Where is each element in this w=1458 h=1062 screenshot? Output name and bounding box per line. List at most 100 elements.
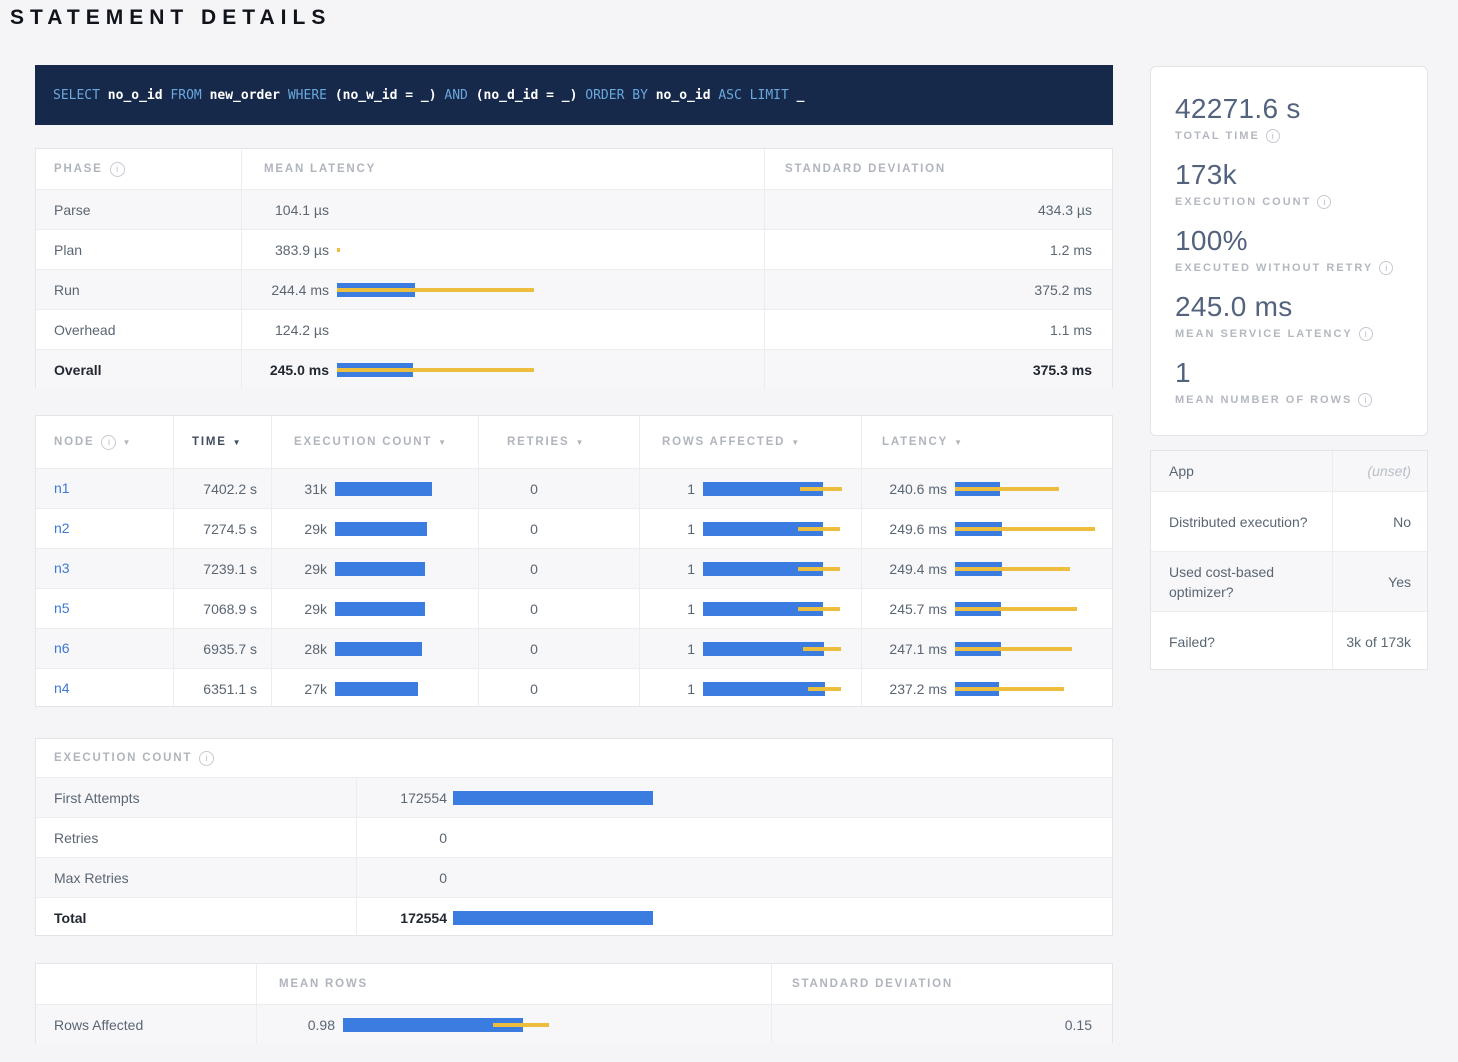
latency-bar (337, 202, 750, 218)
stat-label: MEAN SERVICE LATENCYi (1175, 327, 1407, 341)
table-row: Distributed execution? No (1151, 491, 1427, 551)
latency-bar (955, 481, 1098, 497)
rows-affected-value: 1 (640, 561, 695, 577)
table-row: n4 6351.1 s 27k 0 1 237.2 ms (36, 668, 1112, 708)
node-column-header[interactable]: NODEi▼ (36, 416, 173, 468)
rows-affected-value: 1 (640, 681, 695, 697)
exec-row-label: First Attempts (36, 790, 356, 806)
summary-stats-card: 42271.6 s TOTAL TIMEi 173k EXECUTION COU… (1150, 66, 1428, 436)
sql-statement: SELECT no_o_id FROM new_order WHERE (no_… (53, 88, 804, 103)
exec-row-value: 0 (357, 830, 447, 846)
info-icon[interactable]: i (110, 162, 125, 177)
std-dev-value: 434.3 µs (1038, 202, 1092, 218)
table-row: First Attempts 172554 (36, 777, 1112, 817)
mean-rows-column-header: MEAN ROWS (256, 964, 771, 1004)
info-icon[interactable]: i (1358, 393, 1372, 407)
info-icon[interactable]: i (1359, 327, 1373, 341)
attribute-label: Used cost-based optimizer? (1151, 552, 1333, 611)
execution-count-panel-title: EXECUTION COUNTi (54, 739, 214, 777)
node-link[interactable]: n6 (54, 640, 70, 656)
phase-column-header: PHASEi (36, 149, 241, 189)
info-icon[interactable]: i (1317, 195, 1331, 209)
latency-bar (955, 641, 1098, 657)
execution-count-bar (453, 790, 1098, 806)
sql-identifier: _ (797, 88, 805, 103)
sort-desc-icon[interactable]: ▼ (122, 438, 132, 447)
latency-value: 245.7 ms (862, 601, 947, 617)
rows-affected-value: 1 (640, 521, 695, 537)
node-link[interactable]: n4 (54, 680, 70, 696)
latency-bar (955, 521, 1098, 537)
rows-affected-bar (703, 641, 847, 657)
table-row: n5 7068.9 s 29k 0 1 245.7 ms (36, 588, 1112, 628)
latency-value: 247.1 ms (862, 641, 947, 657)
sort-desc-icon[interactable]: ▼ (791, 438, 801, 447)
execution-count-value: 27k (272, 681, 327, 697)
retries-value: 0 (530, 481, 538, 497)
execution-count-panel-header: EXECUTION COUNTi (36, 739, 1112, 777)
std-dev-value: 0.15 (1065, 1017, 1092, 1033)
table-row: n6 6935.7 s 28k 0 1 247.1 ms (36, 628, 1112, 668)
execution-count-column-header[interactable]: EXECUTION COUNT▼ (271, 416, 478, 468)
info-icon[interactable]: i (199, 751, 214, 766)
latency-column-header[interactable]: LATENCY▼ (861, 416, 1112, 468)
execution-count-bar (453, 830, 1098, 846)
table-row: App (unset) (1151, 451, 1427, 491)
node-link[interactable]: n5 (54, 600, 70, 616)
attribute-label: App (1151, 451, 1333, 491)
time-value: 7068.9 s (203, 601, 257, 617)
execution-count-bar (335, 481, 464, 497)
node-breakdown-table: NODEi▼ TIME▼ EXECUTION COUNT▼ RETRIES▼ R… (35, 415, 1113, 707)
exec-row-label: Total (36, 910, 356, 926)
stat-mean-number-of-rows: 1 MEAN NUMBER OF ROWSi (1175, 357, 1407, 407)
table-row: Overall 245.0 ms 375.3 ms (36, 349, 1112, 389)
phase-label: Overhead (36, 322, 241, 338)
node-link[interactable]: n1 (54, 480, 70, 496)
sort-desc-icon[interactable]: ▼ (233, 438, 243, 447)
stat-value: 100% (1175, 225, 1407, 257)
table-row: Parse 104.1 µs 434.3 µs (36, 189, 1112, 229)
latency-bar (337, 282, 750, 298)
stat-label: MEAN NUMBER OF ROWSi (1175, 393, 1407, 407)
retries-value: 0 (530, 601, 538, 617)
table-row: Run 244.4 ms 375.2 ms (36, 269, 1112, 309)
info-icon[interactable]: i (101, 435, 116, 450)
rows-affected-column-header[interactable]: ROWS AFFECTED▼ (639, 416, 861, 468)
info-icon[interactable]: i (1266, 129, 1280, 143)
node-link[interactable]: n3 (54, 560, 70, 576)
time-value: 7239.1 s (203, 561, 257, 577)
node-link[interactable]: n2 (54, 520, 70, 536)
mean-latency-value: 245.0 ms (242, 362, 329, 378)
execution-count-bar (335, 681, 464, 697)
mean-rows-bar (343, 1017, 757, 1033)
sql-keyword: ASC LIMIT (711, 88, 797, 103)
standard-deviation-column-header: STANDARD DEVIATION (771, 964, 1112, 1004)
phase-label: Plan (36, 242, 241, 258)
execution-count-value: 31k (272, 481, 327, 497)
execution-count-value: 29k (272, 561, 327, 577)
sort-desc-icon[interactable]: ▼ (438, 438, 448, 447)
exec-row-value: 172554 (357, 790, 447, 806)
sql-keyword: ORDER BY (577, 88, 655, 103)
stat-label: EXECUTION COUNTi (1175, 195, 1407, 209)
info-icon[interactable]: i (1379, 261, 1393, 275)
sql-identifier: (no_d_id = _) (476, 88, 578, 103)
std-dev-value: 1.1 ms (1050, 322, 1092, 338)
time-column-header[interactable]: TIME▼ (173, 416, 271, 468)
table-row: Rows Affected 0.98 0.15 (36, 1004, 1112, 1044)
attribute-value: (unset) (1333, 451, 1427, 491)
attribute-value: Yes (1333, 552, 1427, 611)
retries-column-header[interactable]: RETRIES▼ (478, 416, 639, 468)
phase-latency-table: PHASEi MEAN LATENCY STANDARD DEVIATION P… (35, 148, 1113, 388)
sort-desc-icon[interactable]: ▼ (575, 438, 585, 447)
rows-affected-bar (703, 521, 847, 537)
sql-keyword: AND (437, 88, 476, 103)
latency-bar (955, 681, 1098, 697)
execution-count-panel: EXECUTION COUNTi First Attempts 172554 R… (35, 738, 1113, 936)
stat-execution-count: 173k EXECUTION COUNTi (1175, 159, 1407, 209)
retries-value: 0 (530, 681, 538, 697)
sort-desc-icon[interactable]: ▼ (954, 438, 964, 447)
rows-affected-bar (703, 681, 847, 697)
phase-label: Run (36, 282, 241, 298)
node-table-header: NODEi▼ TIME▼ EXECUTION COUNT▼ RETRIES▼ R… (36, 416, 1112, 468)
